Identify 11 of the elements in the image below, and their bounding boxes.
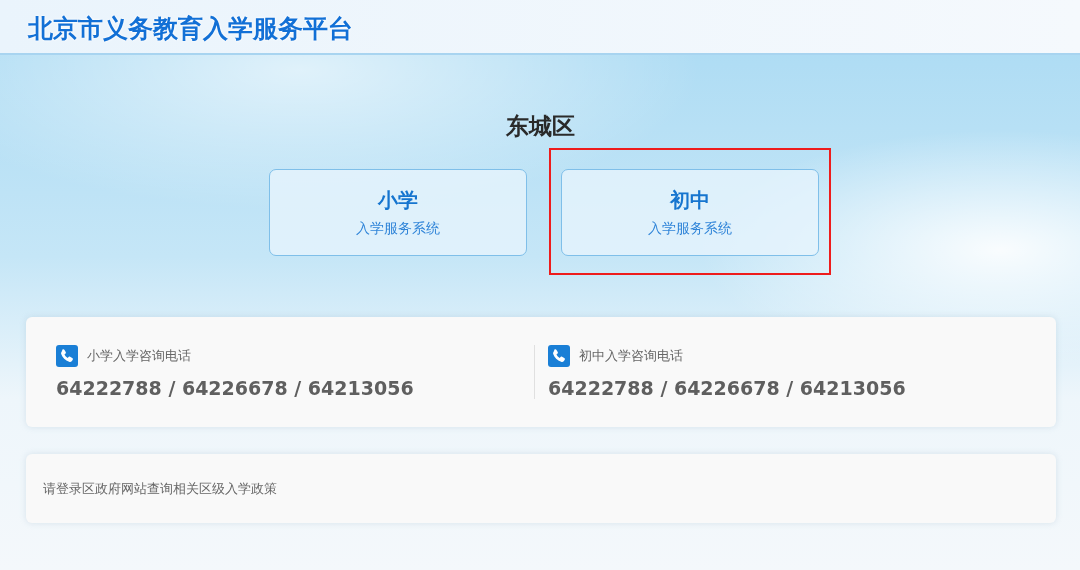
site-title: 北京市义务教育入学服务平台 xyxy=(28,13,353,45)
system-button[interactable]: 小学 入学服务系统 xyxy=(269,169,527,256)
phone-numbers: 64222788 / 64226678 / 64213056 xyxy=(56,377,415,399)
system-button[interactable]: 初中 入学服务系统 xyxy=(561,169,819,256)
notice-text: 请登录区政府网站查询相关区级入学政策 xyxy=(43,479,277,498)
phone-icon xyxy=(548,345,570,367)
hotline-label: 初中入学咨询电话 xyxy=(579,347,683,365)
phone-numbers: 64222788 / 64226678 / 64213056 xyxy=(548,377,907,399)
phone-icon xyxy=(56,345,78,367)
hotline-label: 小学入学咨询电话 xyxy=(87,347,191,365)
district-title: 东城区 xyxy=(504,112,576,141)
